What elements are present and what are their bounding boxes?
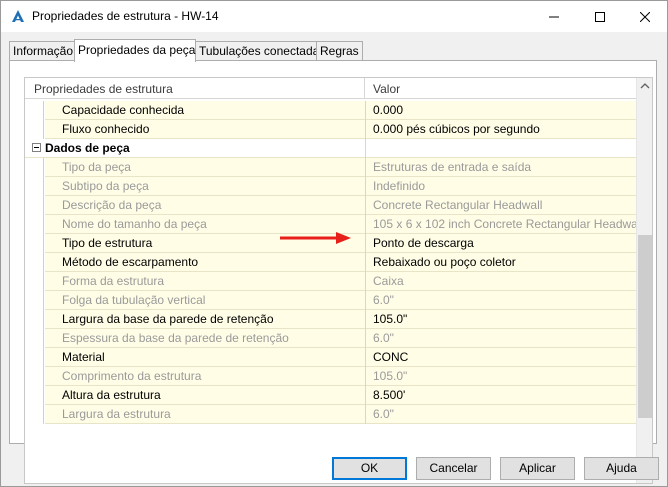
column-header-value[interactable]: Valor: [366, 78, 637, 99]
property-row[interactable]: Tipo da peça Estruturas de entrada e saí…: [25, 158, 637, 177]
property-name: Descrição da peça: [62, 198, 162, 212]
property-name: Largura da base da parede de retenção: [62, 312, 274, 326]
property-value[interactable]: 8.500': [366, 386, 637, 405]
autocad-civil-a-icon: [10, 8, 26, 24]
property-value: 105 x 6 x 102 inch Concrete Rectangular …: [373, 217, 637, 231]
ok-button[interactable]: OK: [332, 457, 407, 480]
property-row[interactable]: Folga da tubulação vertical 6.0": [25, 291, 637, 310]
property-name: Altura da estrutura: [62, 388, 161, 402]
property-grid: Propriedades de estrutura Valor Capacida…: [24, 77, 653, 484]
property-value[interactable]: 0.000 pés cúbicos por segundo: [366, 120, 637, 139]
property-value: 6.0": [373, 331, 394, 345]
tab-tubulacoes-conectadas[interactable]: Tubulações conectadas: [195, 41, 325, 61]
title-bar[interactable]: Propriedades de estrutura - HW-14: [1, 1, 667, 32]
property-value: Caixa: [373, 274, 404, 288]
property-name: Método de escarpamento: [62, 255, 199, 269]
property-row[interactable]: Comprimento da estrutura 105.0": [25, 367, 637, 386]
property-value[interactable]: 105.0": [366, 310, 637, 329]
close-button[interactable]: [622, 1, 668, 32]
property-name: Capacidade conhecida: [62, 103, 185, 117]
window-title: Propriedades de estrutura - HW-14: [32, 9, 219, 23]
property-value[interactable]: Ponto de descarga: [366, 234, 637, 253]
property-name: Largura da estrutura: [62, 407, 171, 421]
scrollbar-thumb[interactable]: [638, 235, 652, 418]
category-row-dados-de-peca[interactable]: Dados de peça: [25, 139, 637, 158]
scroll-up-arrow-icon[interactable]: [637, 78, 652, 95]
category-name: Dados de peça: [45, 141, 130, 155]
property-name: Subtipo da peça: [62, 179, 149, 193]
property-value: 6.0": [373, 407, 394, 421]
property-row[interactable]: Altura da estrutura 8.500': [25, 386, 637, 405]
property-row[interactable]: Largura da base da parede de retenção 10…: [25, 310, 637, 329]
tab-regras[interactable]: Regras: [316, 41, 363, 61]
apply-button[interactable]: Aplicar: [500, 457, 575, 480]
grid-header: Propriedades de estrutura Valor: [25, 78, 637, 99]
tab-informacao[interactable]: Informação: [9, 41, 75, 61]
column-header-property[interactable]: Propriedades de estrutura: [25, 78, 365, 99]
property-row[interactable]: Subtipo da peça Indefinido: [25, 177, 637, 196]
minimize-button[interactable]: [531, 1, 577, 32]
property-row[interactable]: Capacidade conhecida 0.000: [25, 101, 637, 120]
help-button[interactable]: Ajuda: [584, 457, 659, 480]
property-value: Estruturas de entrada e saída: [373, 160, 532, 174]
close-icon: [640, 11, 650, 22]
minimize-icon: [549, 12, 559, 22]
property-name: Espessura da base da parede de retenção: [62, 331, 289, 345]
property-value[interactable]: Rebaixado ou poço coletor: [366, 253, 637, 272]
property-value[interactable]: CONC: [366, 348, 637, 367]
property-value: 105.0": [373, 369, 408, 383]
maximize-button[interactable]: [577, 1, 623, 32]
property-value: 6.0": [373, 293, 394, 307]
tab-propriedades-da-peca[interactable]: Propriedades da peça: [74, 39, 196, 62]
property-value[interactable]: 0.000: [366, 101, 637, 120]
property-row[interactable]: Largura da estrutura 6.0": [25, 405, 637, 424]
property-name: Material: [62, 350, 105, 364]
property-row[interactable]: Método de escarpamento Rebaixado ou poço…: [25, 253, 637, 272]
property-name: Forma da estrutura: [62, 274, 165, 288]
properties-dialog: Propriedades de estrutura - HW-14 Inform…: [0, 0, 668, 487]
property-name: Fluxo conhecido: [62, 122, 150, 136]
property-row[interactable]: Espessura da base da parede de retenção …: [25, 329, 637, 348]
property-value: Concrete Rectangular Headwall: [373, 198, 543, 212]
maximize-icon: [595, 11, 605, 22]
property-row[interactable]: Descrição da peça Concrete Rectangular H…: [25, 196, 637, 215]
red-arrow-annotation-icon: [280, 231, 352, 245]
cancel-button[interactable]: Cancelar: [416, 457, 491, 480]
property-name: Folga da tubulação vertical: [62, 293, 206, 307]
property-row[interactable]: Material CONC: [25, 348, 637, 367]
property-row[interactable]: Forma da estrutura Caixa: [25, 272, 637, 291]
property-name: Comprimento da estrutura: [62, 369, 202, 383]
property-value: Indefinido: [373, 179, 426, 193]
property-row[interactable]: Fluxo conhecido 0.000 pés cúbicos por se…: [25, 120, 637, 139]
vertical-scrollbar[interactable]: [636, 78, 652, 483]
property-name: Tipo da peça: [62, 160, 131, 174]
